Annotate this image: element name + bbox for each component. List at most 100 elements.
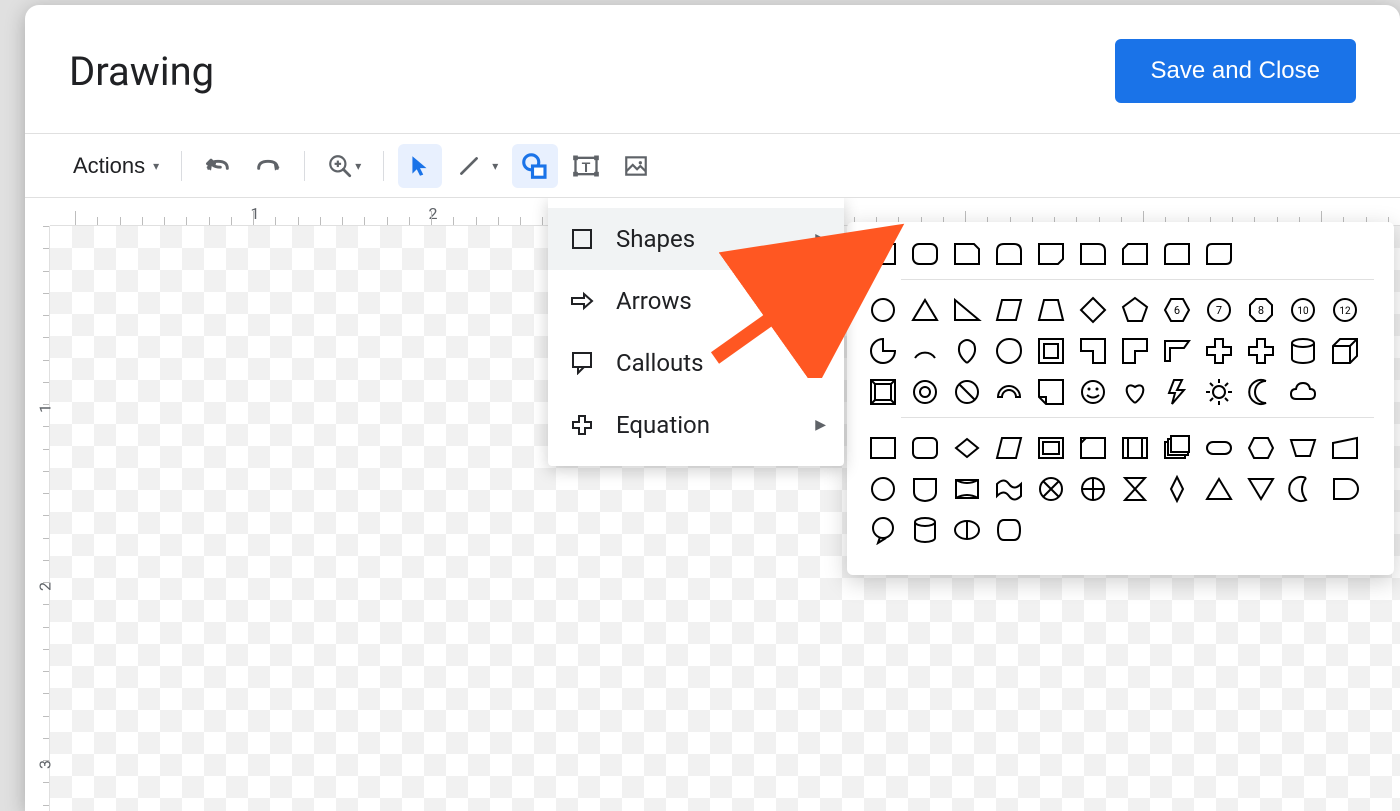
shape-sun[interactable] <box>1203 376 1234 407</box>
shape-snip-tl[interactable] <box>1119 238 1150 269</box>
plus-icon <box>568 414 596 436</box>
shape-triangle[interactable] <box>909 294 940 325</box>
drawing-dialog: Drawing Save and Close Actions ▾ ▾ ▾ <box>25 5 1400 811</box>
shape-cloud[interactable] <box>1287 376 1318 407</box>
shape-parallelogram[interactable] <box>993 294 1024 325</box>
shape-drop[interactable] <box>993 335 1024 366</box>
shape-decagon[interactable]: 10 <box>1287 294 1318 325</box>
shape-moon[interactable] <box>1245 376 1276 407</box>
shape-q-bubble[interactable] <box>867 514 898 545</box>
shape-diamond-thin[interactable] <box>1161 473 1192 504</box>
shape-folded[interactable] <box>1035 376 1066 407</box>
shape-l-shape[interactable] <box>1077 335 1108 366</box>
shape-crosscircle[interactable] <box>1035 473 1066 504</box>
save-and-close-button[interactable]: Save and Close <box>1115 39 1356 103</box>
shape-pluscircle[interactable] <box>1077 473 1108 504</box>
shape-heptagon[interactable]: 7 <box>1203 294 1234 325</box>
shape-cylinder2[interactable] <box>909 514 940 545</box>
line-tool-button[interactable]: ▾ <box>448 144 506 188</box>
shape-diag-round[interactable] <box>1203 238 1234 269</box>
shape-row <box>867 473 1374 504</box>
shape-shield[interactable] <box>909 473 940 504</box>
shape-chamfer-2[interactable] <box>1161 238 1192 269</box>
shape-smiley[interactable] <box>1077 376 1108 407</box>
menu-item-shapes[interactable]: Shapes ▶ <box>548 208 844 270</box>
shape-plus[interactable] <box>1245 335 1276 366</box>
shape-snip-tr[interactable] <box>1077 238 1108 269</box>
shape-snip-corner[interactable] <box>951 238 982 269</box>
menu-item-arrows[interactable]: Arrows ▶ <box>548 270 844 332</box>
shape-row: 678 10 12 <box>867 294 1374 325</box>
shape-teardrop[interactable] <box>951 335 982 366</box>
textbox-icon: T <box>572 152 600 180</box>
shape-manual-input[interactable] <box>1329 432 1360 463</box>
menu-item-label: Shapes <box>616 225 695 253</box>
shape-half-moon[interactable] <box>1287 473 1318 504</box>
shape-octagon[interactable]: 8 <box>1245 294 1276 325</box>
shape-no-symbol[interactable] <box>951 376 982 407</box>
shape-pill[interactable] <box>1203 432 1234 463</box>
shape-arc[interactable] <box>909 335 940 366</box>
shape-card[interactable] <box>1077 432 1108 463</box>
shape-circle[interactable] <box>867 294 898 325</box>
shape-drum[interactable] <box>951 473 982 504</box>
shape-pentagon[interactable] <box>1119 294 1150 325</box>
shape-wave[interactable] <box>993 473 1024 504</box>
shape-d-shape[interactable] <box>1329 473 1360 504</box>
shape-round-top[interactable] <box>993 238 1024 269</box>
shape-lightning[interactable] <box>1161 376 1192 407</box>
shape-diamond[interactable] <box>1077 294 1108 325</box>
shape-tool-button[interactable] <box>512 144 558 188</box>
submenu-arrow-icon: ▶ <box>815 231 826 247</box>
shape-dodecagon[interactable]: 12 <box>1329 294 1360 325</box>
textbox-tool-button[interactable]: T <box>564 144 608 188</box>
shape-l-shape-2[interactable] <box>1119 335 1150 366</box>
shape-round-rect2[interactable] <box>909 432 940 463</box>
ruler-label: 2 <box>36 582 55 591</box>
shape-rt-triangle[interactable] <box>951 294 982 325</box>
shape-predefined[interactable] <box>1119 432 1150 463</box>
shape-stack[interactable] <box>1161 432 1192 463</box>
image-tool-button[interactable] <box>614 144 658 188</box>
line-icon <box>456 153 482 179</box>
shape-ellipse-cross[interactable] <box>951 514 982 545</box>
shape-half-frame[interactable] <box>1161 335 1192 366</box>
menu-item-callouts[interactable]: Callouts ▶ <box>548 332 844 394</box>
shape-rect[interactable] <box>867 238 898 269</box>
undo-icon <box>204 152 232 180</box>
shape-trapezoid2[interactable] <box>1287 432 1318 463</box>
shape-round-rect[interactable] <box>909 238 940 269</box>
shape-hex-rounded[interactable] <box>993 514 1024 545</box>
shape-frame2[interactable] <box>1035 432 1066 463</box>
select-tool-button[interactable] <box>398 144 442 188</box>
undo-button[interactable] <box>196 144 240 188</box>
shape-cross[interactable] <box>1203 335 1234 366</box>
shape-heart[interactable] <box>1119 376 1150 407</box>
shape-bevel[interactable] <box>867 376 898 407</box>
shape-rect2[interactable] <box>867 432 898 463</box>
shape-diamond2[interactable] <box>951 432 982 463</box>
shape-donut[interactable] <box>909 376 940 407</box>
drawing-canvas-area: 1 2 1 2 3 Shapes ▶ Arrows ▶ Callouts ▶ <box>25 198 1400 811</box>
shape-circle2[interactable] <box>867 473 898 504</box>
shape-hexagon2[interactable] <box>1245 432 1276 463</box>
shape-row <box>867 432 1374 463</box>
actions-menu-button[interactable]: Actions ▾ <box>65 144 167 188</box>
menu-item-equation[interactable]: Equation ▶ <box>548 394 844 456</box>
shape-parallelogram2[interactable] <box>993 432 1024 463</box>
shape-triangle2[interactable] <box>1203 473 1234 504</box>
shape-cube[interactable] <box>1329 335 1360 366</box>
shape-hourglass[interactable] <box>1119 473 1150 504</box>
shape-pie[interactable] <box>867 335 898 366</box>
shape-down-triangle[interactable] <box>1245 473 1276 504</box>
shape-arc-thin[interactable] <box>993 376 1024 407</box>
shape-frame[interactable] <box>1035 335 1066 366</box>
shape-hexagon[interactable]: 6 <box>1161 294 1192 325</box>
shape-cylinder[interactable] <box>1287 335 1318 366</box>
separator <box>304 151 305 181</box>
shape-trapezoid[interactable] <box>1035 294 1066 325</box>
zoom-button[interactable]: ▾ <box>319 144 369 188</box>
redo-button[interactable] <box>246 144 290 188</box>
square-icon <box>568 228 596 250</box>
shape-snip-br[interactable] <box>1035 238 1066 269</box>
